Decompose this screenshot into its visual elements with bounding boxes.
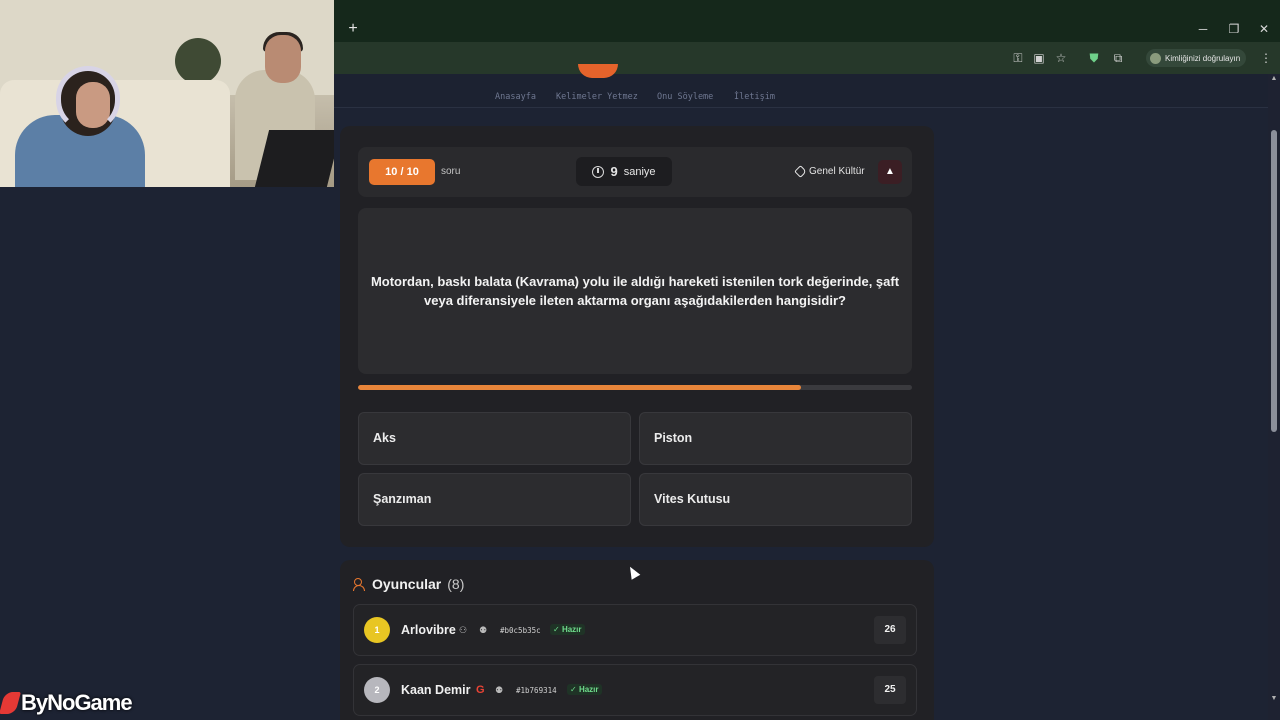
- player-hash: #b0c5b35c: [500, 626, 541, 635]
- clock-icon: [592, 165, 605, 178]
- scroll-down-arrow-icon[interactable]: ▼: [1270, 695, 1278, 703]
- timer: 9 saniye: [576, 157, 672, 186]
- category-badge: Genel Kültür: [794, 165, 865, 178]
- scrollbar-thumb[interactable]: [1271, 130, 1277, 432]
- answer-option-1[interactable]: Aks: [358, 412, 631, 465]
- scroll-up-arrow-icon[interactable]: ▲: [1270, 75, 1278, 83]
- shield-icon[interactable]: ⛊: [1086, 50, 1102, 66]
- players-heading: Oyuncular (8): [353, 576, 464, 592]
- add-friend-icon[interactable]: ⚉: [495, 685, 503, 696]
- warning-icon: ▲: [885, 166, 895, 177]
- time-progress-fill: [358, 385, 802, 390]
- user-icon: ⚇: [459, 625, 468, 635]
- webcam-monitor: [254, 130, 334, 187]
- question-counter-label: soru: [441, 166, 461, 177]
- answer-option-4[interactable]: Vites Kutusu: [639, 473, 912, 526]
- extensions-icon[interactable]: ⧉: [1110, 50, 1126, 66]
- bynogame-logo-icon: [0, 692, 21, 714]
- new-tab-button[interactable]: +: [344, 20, 362, 38]
- profile-button[interactable]: Kimliğinizi doğrulayın: [1146, 49, 1247, 67]
- close-window-button[interactable]: ✕: [1254, 19, 1274, 39]
- add-friend-icon[interactable]: ⚉: [479, 625, 487, 636]
- star-icon[interactable]: ☆: [1053, 50, 1069, 66]
- players-count: (8): [447, 576, 465, 592]
- player-name: Arlovibre: [401, 623, 456, 637]
- timer-value: 9: [610, 164, 618, 179]
- status-badge: ✓ Hazır: [550, 624, 585, 635]
- status-badge: ✓ Hazır: [567, 684, 602, 695]
- player-hash: #1b769314: [516, 686, 557, 695]
- browser-tab-strip: [334, 0, 1280, 42]
- watermark: ByNoGame: [0, 690, 133, 716]
- tag-icon: [794, 165, 807, 178]
- minimize-button[interactable]: ─: [1193, 19, 1213, 39]
- avatar: [1150, 52, 1161, 64]
- question-counter: 10 / 10: [369, 159, 435, 185]
- player-rank-badge: 1: [364, 617, 390, 643]
- player-score: 26: [874, 616, 906, 644]
- menu-icon[interactable]: ⋮: [1258, 50, 1274, 66]
- install-app-icon[interactable]: ▣: [1031, 50, 1047, 66]
- nav-link-kelimeler-yetmez[interactable]: Kelimeler Yetmez: [556, 92, 638, 102]
- watermark-text: ByNoGame: [21, 690, 133, 715]
- nav-link-onu-soyleme[interactable]: Onu Söyleme: [657, 92, 713, 102]
- restore-button[interactable]: ❐: [1224, 19, 1244, 39]
- key-icon[interactable]: ⚿: [1010, 50, 1026, 66]
- question-text: Motordan, baskı balata (Kavrama) yolu il…: [370, 274, 900, 308]
- status-label: Hazır: [578, 685, 599, 694]
- players-title: Oyuncular: [372, 576, 442, 592]
- webcam-person-2-face: [265, 35, 301, 83]
- answer-option-3[interactable]: Şanzıman: [358, 473, 631, 526]
- status-label: Hazır: [561, 625, 582, 634]
- answer-option-2[interactable]: Piston: [639, 412, 912, 465]
- google-icon: G: [476, 684, 485, 696]
- webcam-plant: [175, 38, 221, 84]
- time-progress-bar: [358, 385, 912, 390]
- report-button[interactable]: ▲: [878, 160, 902, 184]
- nav-link-contact[interactable]: İletişim: [734, 92, 775, 102]
- site-header: [334, 74, 1268, 108]
- check-icon: ✓: [570, 685, 579, 694]
- profile-label: Kimliğinizi doğrulayın: [1165, 53, 1241, 63]
- headset: [56, 66, 120, 132]
- nav-link-home[interactable]: Anasayfa: [495, 92, 536, 102]
- timer-unit: saniye: [623, 165, 656, 178]
- check-icon: ✓: [553, 625, 562, 634]
- category-label: Genel Kültür: [809, 166, 865, 177]
- webcam-overlay: [0, 0, 334, 187]
- users-icon: [353, 578, 366, 591]
- player-score: 25: [874, 676, 906, 704]
- player-name: Kaan Demir: [401, 683, 471, 697]
- player-rank-badge: 2: [364, 677, 390, 703]
- address-bar[interactable]: [334, 42, 1280, 74]
